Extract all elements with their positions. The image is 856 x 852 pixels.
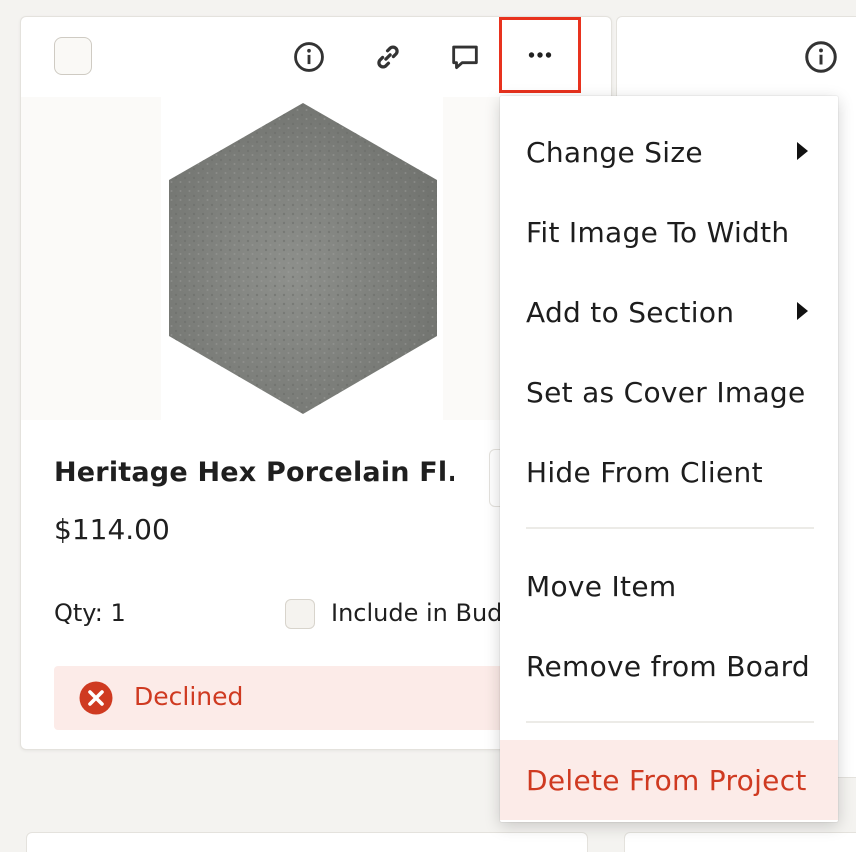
select-checkbox[interactable]	[54, 37, 92, 75]
chevron-right-icon	[797, 142, 808, 160]
menu-item-label: Delete From Project	[526, 763, 807, 797]
menu-item-delete-from-project[interactable]: Delete From Project	[500, 740, 838, 820]
comment-icon[interactable]	[447, 39, 483, 75]
menu-item-label: Move Item	[526, 569, 677, 603]
menu-item-add-to-section[interactable]: Add to Section	[500, 272, 838, 352]
menu-item-hide-from-client[interactable]: Hide From Client	[500, 432, 838, 512]
next-row-card[interactable]	[26, 832, 588, 852]
card-toolbar	[21, 17, 611, 97]
menu-item-label: Change Size	[526, 135, 703, 169]
menu-item-label: Hide From Client	[526, 455, 763, 489]
include-budget-checkbox[interactable]	[285, 599, 315, 629]
board-view: 4 d	[0, 0, 856, 852]
status-label: Declined	[134, 682, 244, 711]
next-row-card[interactable]	[624, 832, 856, 852]
menu-divider	[526, 527, 814, 529]
product-price: $114.00	[54, 513, 170, 546]
menu-item-label: Fit Image To Width	[526, 215, 790, 249]
menu-divider	[526, 721, 814, 723]
declined-icon	[79, 681, 113, 715]
chevron-right-icon	[797, 302, 808, 320]
menu-item-remove-from-board[interactable]: Remove from Board	[500, 626, 838, 706]
info-icon[interactable]	[291, 39, 327, 75]
menu-item-move-item[interactable]: Move Item	[500, 546, 838, 626]
more-icon[interactable]	[499, 17, 581, 93]
menu-item-set-cover[interactable]: Set as Cover Image	[500, 352, 838, 432]
quantity-label: Qty: 1	[54, 599, 126, 627]
menu-item-label: Set as Cover Image	[526, 375, 806, 409]
menu-item-fit-image[interactable]: Fit Image To Width	[500, 192, 838, 272]
menu-item-label: Add to Section	[526, 295, 735, 329]
menu-item-change-size[interactable]: Change Size	[500, 112, 838, 192]
menu-item-label: Remove from Board	[526, 649, 810, 683]
info-icon[interactable]	[803, 39, 839, 75]
more-options-menu: Change Size Fit Image To Width Add to Se…	[500, 96, 838, 822]
include-budget-label: Include in Bud	[331, 599, 503, 627]
product-title[interactable]: Heritage Hex Porcelain Fl...	[54, 457, 454, 488]
product-image	[169, 103, 437, 414]
link-icon[interactable]	[370, 39, 406, 75]
